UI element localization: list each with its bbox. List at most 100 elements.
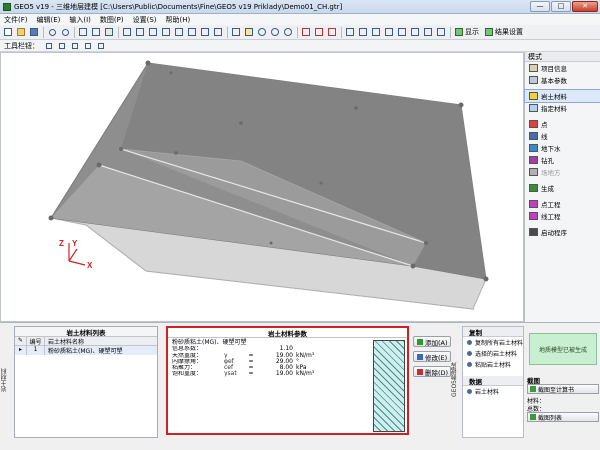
display-button[interactable]: 显示 xyxy=(455,27,479,37)
menu-file[interactable]: 文件(F) xyxy=(4,15,28,25)
frame-item[interactable]: 岩土材料 xyxy=(524,89,600,103)
sub-tool-3-icon[interactable] xyxy=(69,40,81,52)
pan-icon[interactable] xyxy=(90,26,102,38)
results-settings-button[interactable]: 结果设置 xyxy=(485,27,523,37)
header-soil-name: 岩土材料名称 xyxy=(48,339,85,345)
sub-tool-5-icon[interactable] xyxy=(95,40,107,52)
menu-edit[interactable]: 编辑(E) xyxy=(37,15,61,25)
copy-item-paste[interactable]: 粘贴岩土材料 xyxy=(463,359,523,370)
data-section-title: 数据 xyxy=(463,376,523,386)
menu-help[interactable]: 帮助(H) xyxy=(166,15,191,25)
geo5-database-tab[interactable]: GEO5数据库 xyxy=(450,330,462,430)
frame-item[interactable]: 场地方 xyxy=(525,166,600,178)
frame-item-label: 地下水 xyxy=(541,145,561,153)
layers-icon[interactable] xyxy=(357,26,369,38)
sub-tool-1-icon[interactable] xyxy=(43,40,55,52)
menu-settings[interactable]: 设置(S) xyxy=(133,15,157,25)
screenshot-to-report-button[interactable]: 截图至计算书 xyxy=(527,384,599,394)
new-file-icon[interactable] xyxy=(2,26,14,38)
delete-button[interactable]: 删除(D) xyxy=(413,366,451,377)
render-icon[interactable] xyxy=(300,26,312,38)
open-file-icon[interactable] xyxy=(15,26,27,38)
frame-item[interactable]: 指定材料 xyxy=(525,102,600,114)
view-back-icon[interactable] xyxy=(134,26,146,38)
zoom-all-icon[interactable] xyxy=(282,26,294,38)
wireframe-icon[interactable] xyxy=(326,26,338,38)
maximize-button[interactable]: □ xyxy=(551,1,571,12)
lines-icon[interactable] xyxy=(435,26,447,38)
frame-item[interactable]: 地下水 xyxy=(525,142,600,154)
frame-item-label: 钻孔 xyxy=(541,157,554,165)
redo-icon[interactable] xyxy=(59,26,71,38)
frame-item[interactable]: 基本参数 xyxy=(525,74,600,86)
frame-item[interactable]: 钻孔 xyxy=(525,154,600,166)
frame-icon xyxy=(529,212,538,220)
edit-button[interactable]: 修改(E) xyxy=(413,351,451,362)
3d-viewport[interactable]: Z Y X xyxy=(0,52,524,322)
frame-item[interactable]: 点工程 xyxy=(525,198,600,210)
minimize-button[interactable]: — xyxy=(530,1,550,12)
title-bar: GEO5 v19 - 三维地层建模 [C:\Users\Public\Docum… xyxy=(0,0,600,14)
frame-icon xyxy=(529,132,538,140)
view-front-icon[interactable] xyxy=(121,26,133,38)
terrain-point xyxy=(145,60,151,66)
terrain-point xyxy=(424,241,428,245)
axis-z-label: Z xyxy=(59,239,64,248)
save-icon[interactable] xyxy=(28,26,40,38)
screenshot-list-button[interactable]: 截图列表 xyxy=(527,412,599,422)
frame-item-label: 基本参数 xyxy=(541,77,567,85)
color-icon[interactable] xyxy=(344,26,356,38)
copy-item-selected[interactable]: 选择的岩土材料 xyxy=(463,348,523,359)
terrain-point xyxy=(169,71,173,75)
select-icon[interactable] xyxy=(77,26,89,38)
axis-x-label: X xyxy=(87,261,93,270)
menu-bar: 文件(F) 编辑(E) 输入(I) 数图(P) 设置(S) 帮助(H) xyxy=(0,14,600,25)
undo-icon[interactable] xyxy=(46,26,58,38)
zoom-out-icon[interactable] xyxy=(269,26,281,38)
terrain-point xyxy=(96,162,102,168)
close-button[interactable]: ✕ xyxy=(572,1,598,12)
calc-line-total: 总数： xyxy=(527,406,546,413)
view-top-icon[interactable] xyxy=(173,26,185,38)
data-item-soils[interactable]: 岩土材料 xyxy=(463,386,523,397)
texture-icon[interactable] xyxy=(370,26,382,38)
terrain-point xyxy=(174,151,178,155)
frame-item[interactable]: 生成 xyxy=(525,182,600,194)
table-row[interactable]: ▸ 1 粉砂质粘土(MG)、硬塑可塑 xyxy=(15,346,157,355)
zoom-window-icon[interactable] xyxy=(243,26,255,38)
header-edit-icon[interactable]: ✎ xyxy=(15,337,27,345)
view-iso2-icon[interactable] xyxy=(212,26,224,38)
sub-tool-2-icon[interactable] xyxy=(56,40,68,52)
light-icon[interactable] xyxy=(383,26,395,38)
move-icon[interactable] xyxy=(230,26,242,38)
view-right-icon[interactable] xyxy=(160,26,172,38)
frame-item[interactable]: 项目信息 xyxy=(525,62,600,74)
frame-icon xyxy=(529,200,538,208)
zoom-in-icon[interactable] xyxy=(256,26,268,38)
frames-panel: 模式 项目信息 基本参数 岩土材料 指定材料点线地下水 钻孔 场地方 生成 点工程 线工程 启动程… xyxy=(524,52,600,322)
soils-list-title: 岩土材料列表 xyxy=(15,327,157,337)
frame-item[interactable]: 线 xyxy=(525,130,600,142)
view-left-icon[interactable] xyxy=(147,26,159,38)
frame-icon xyxy=(529,120,538,128)
copy-item-all[interactable]: 复制所有岩土材料 xyxy=(463,337,523,348)
grid-icon[interactable] xyxy=(313,26,325,38)
frame-item-label: 点 xyxy=(541,121,548,129)
frame-item[interactable]: 线工程 xyxy=(525,210,600,222)
labels-icon[interactable] xyxy=(409,26,421,38)
toolbar: 显示 结果设置 xyxy=(0,25,600,40)
menu-data[interactable]: 数图(P) xyxy=(100,15,124,25)
soils-vertical-tab[interactable]: 岩土材料 xyxy=(0,330,12,430)
view-iso-icon[interactable] xyxy=(199,26,211,38)
axes-icon[interactable] xyxy=(396,26,408,38)
frame-item[interactable]: 启动程序 xyxy=(525,226,600,238)
view-bottom-icon[interactable] xyxy=(186,26,198,38)
sub-tool-4-icon[interactable] xyxy=(82,40,94,52)
rotate-icon[interactable] xyxy=(103,26,115,38)
add-button[interactable]: 添加(A) xyxy=(413,336,451,347)
frame-item[interactable]: 点 xyxy=(525,118,600,130)
axis-y-label: Y xyxy=(72,239,78,248)
sub-toolbar: 工具栏钮： xyxy=(0,40,600,52)
menu-input[interactable]: 输入(I) xyxy=(69,15,91,25)
points-icon[interactable] xyxy=(422,26,434,38)
